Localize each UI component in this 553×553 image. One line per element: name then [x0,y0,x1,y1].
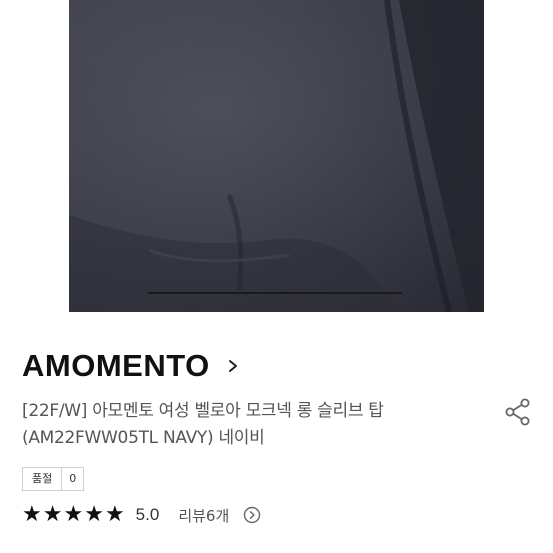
product-title-line-2: (AM22FWW05TL NAVY) 네이비 [22,428,265,448]
star-icon: ★ [104,502,125,527]
velour-texture [69,0,484,312]
product-image-area [0,0,553,316]
quality-badge: 품절 0 [22,467,85,491]
star-icon: ★ [84,502,104,527]
star-icon: ★ [22,502,42,527]
image-scroll-indicator [148,292,402,294]
product-image[interactable] [69,0,484,312]
rating-row[interactable]: ★ ★ ★ ★ ★ 5.0 리뷰6개 [22,502,261,528]
chevron-right-icon[interactable] [226,356,240,376]
quality-label: 품절 [23,468,63,490]
brand-name[interactable]: AMOMENTO [22,348,210,384]
star-rating: ★ ★ ★ ★ ★ [22,502,126,528]
share-icon[interactable] [503,397,533,427]
brand-link[interactable]: AMOMENTO [22,346,240,386]
play-circle-icon[interactable] [243,506,261,524]
product-title: [22F/W] 아모멘토 여성 벨로아 모크넥 롱 슬리브 탑 (AM22FWW… [22,398,462,452]
product-page: AMOMENTO [22F/W] 아모멘토 여성 벨로아 모크넥 롱 슬리브 탑… [0,0,553,553]
star-icon: ★ [42,502,63,527]
product-title-line-1: [22F/W] 아모멘토 여성 벨로아 모크넥 롱 슬리브 탑 [22,401,384,421]
quality-value: 0 [69,472,77,485]
review-count-link[interactable]: 리뷰6개 [178,505,229,526]
rating-value: 5.0 [135,505,160,524]
star-icon: ★ [63,502,84,527]
